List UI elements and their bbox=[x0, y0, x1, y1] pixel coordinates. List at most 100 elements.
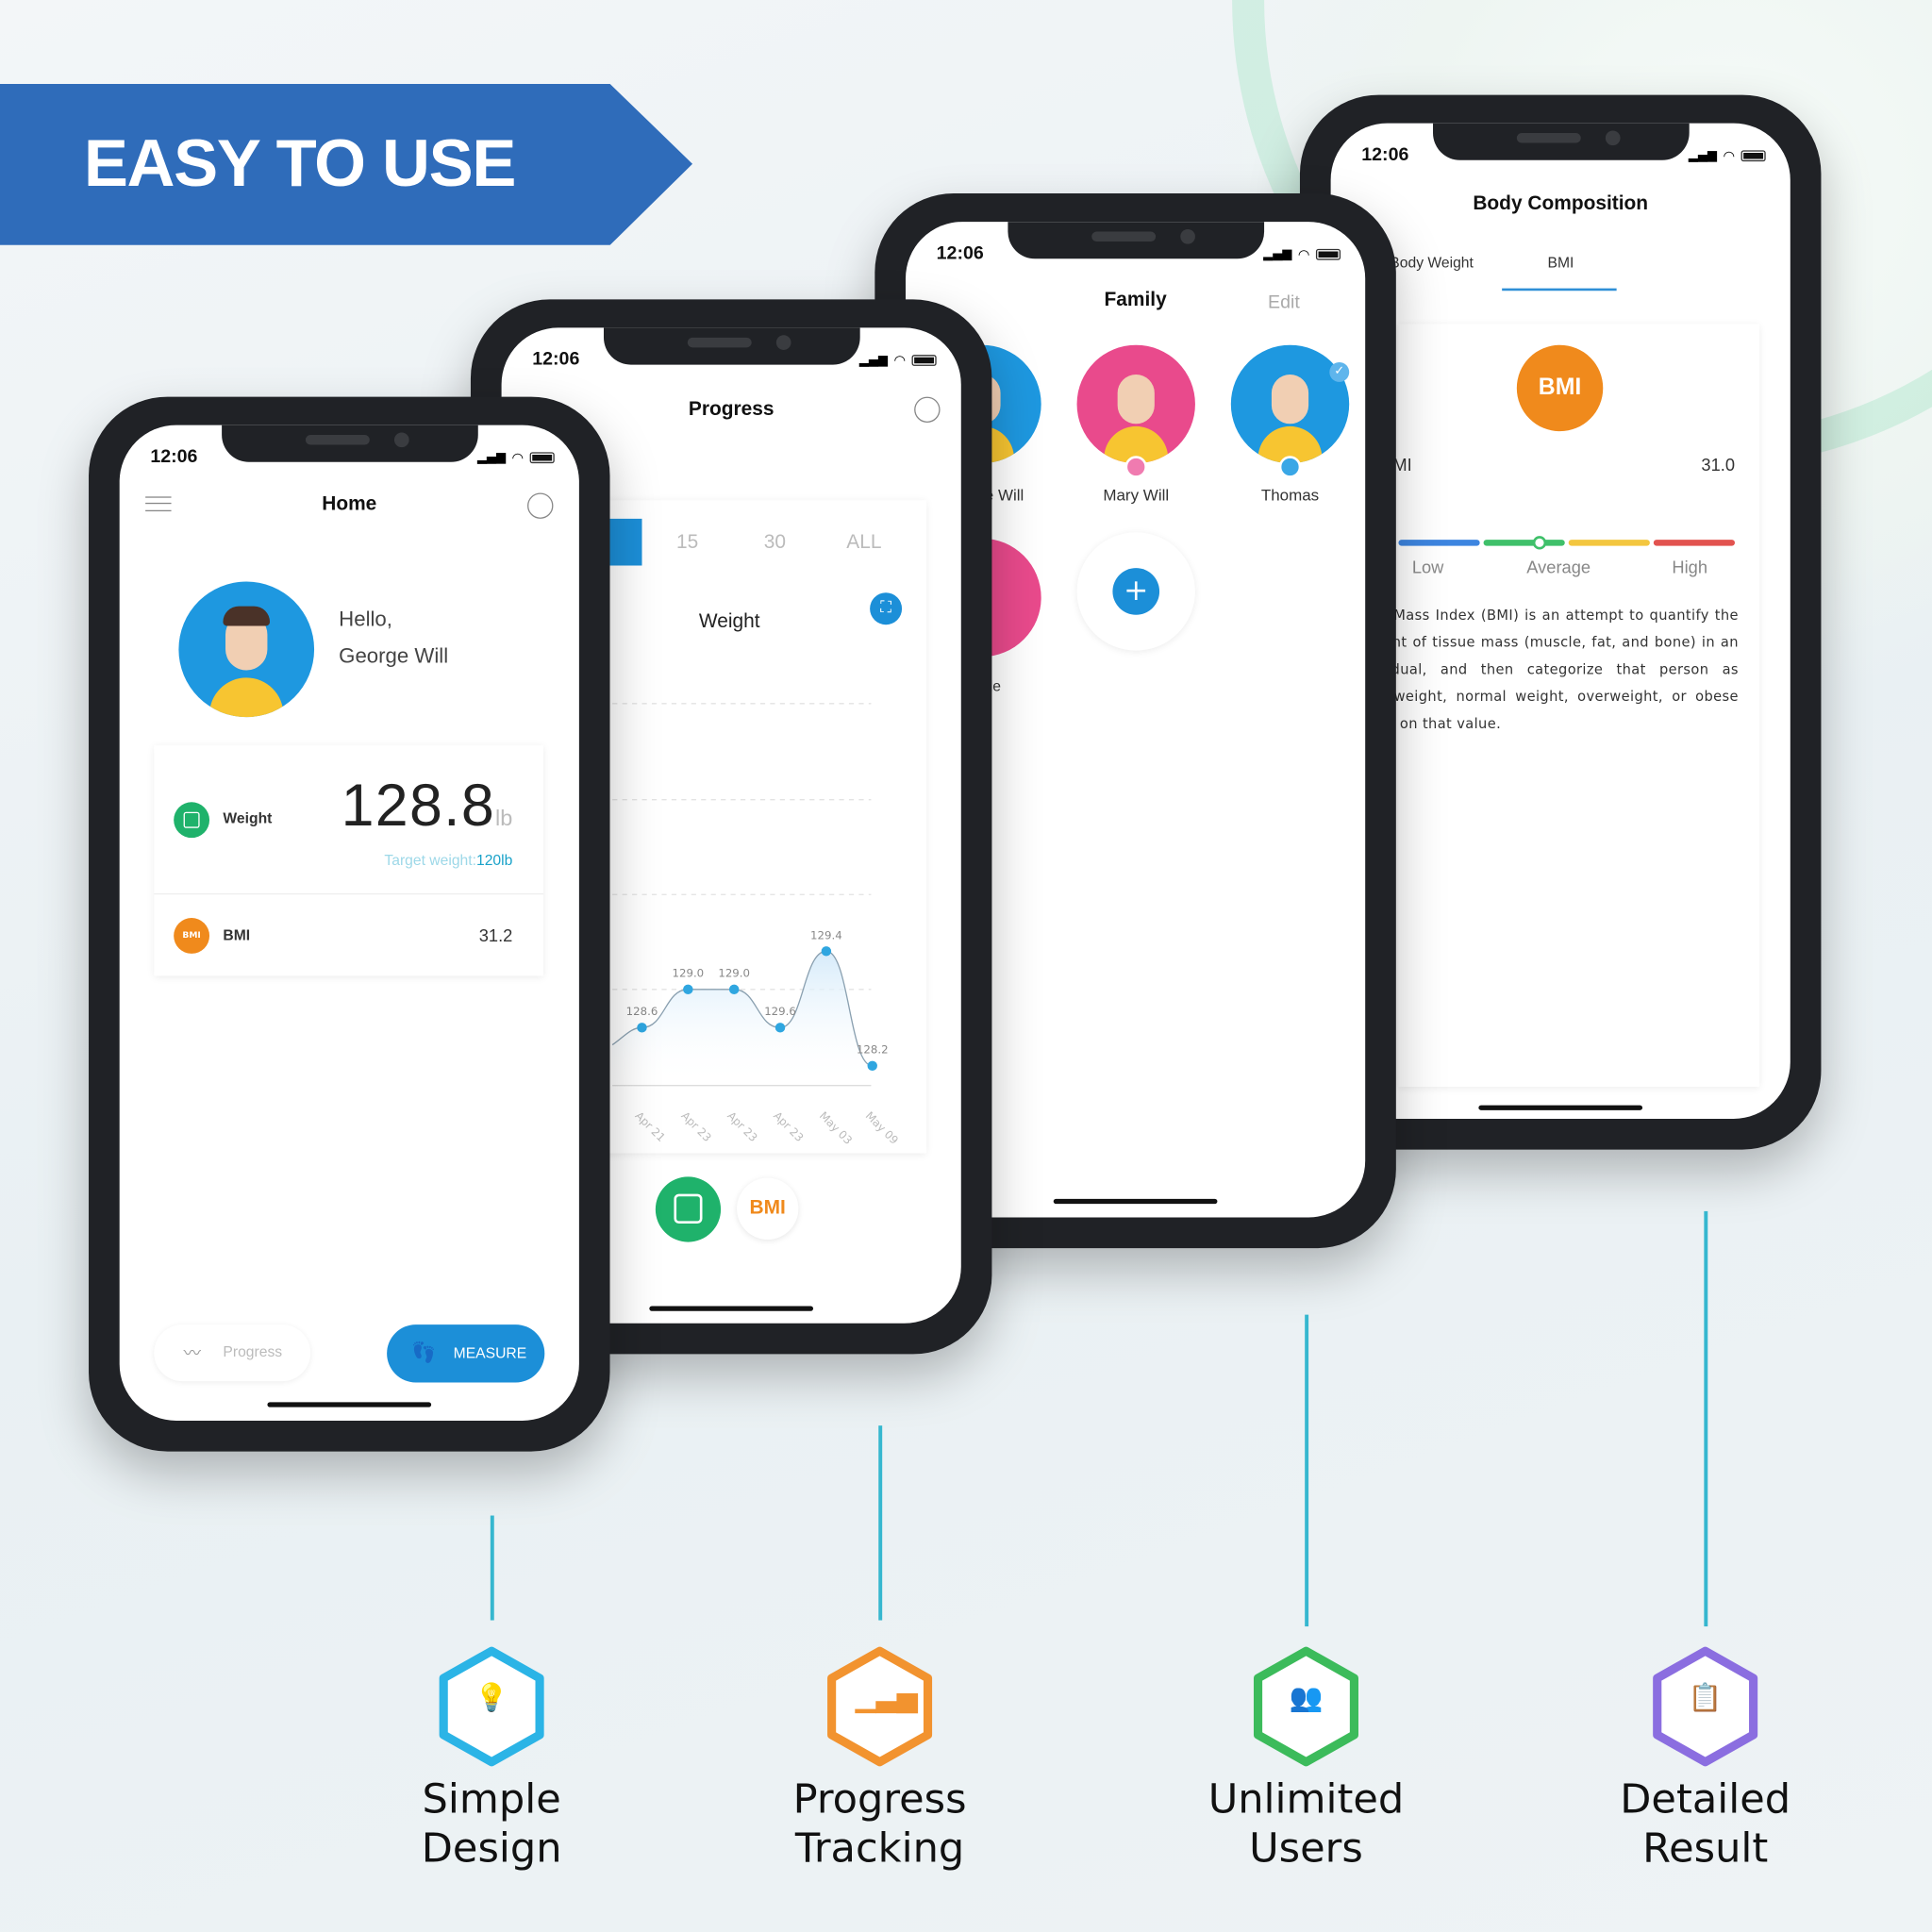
data-point bbox=[728, 984, 740, 995]
member-avatar[interactable] bbox=[1230, 344, 1350, 464]
female-gender-icon bbox=[1124, 456, 1147, 478]
battery-icon bbox=[529, 452, 555, 464]
feature-line1: Simple bbox=[422, 1774, 561, 1823]
weight-value: 128.8 bbox=[341, 774, 496, 840]
data-point bbox=[774, 1023, 786, 1033]
edit-button[interactable]: Edit bbox=[1268, 292, 1300, 313]
bmi-description: Body Mass Index (BMI) is an attempt to q… bbox=[1351, 607, 1739, 732]
stage: EASY TO USE 12:06 ▂▄▆ ◠ Body Composition … bbox=[0, 0, 1932, 1932]
data-point bbox=[821, 946, 832, 957]
banner: EASY TO USE bbox=[0, 83, 693, 245]
x-tick-label: Apr 21 bbox=[633, 1109, 668, 1144]
status-time: 12:06 bbox=[150, 445, 198, 468]
feature-line1: Unlimited bbox=[1208, 1774, 1405, 1823]
add-member-button[interactable]: + bbox=[1076, 532, 1195, 651]
home-indicator bbox=[1053, 1198, 1218, 1205]
feature-label: Detailed Result bbox=[1557, 1774, 1853, 1873]
feature-label: Progress Tracking bbox=[732, 1774, 1027, 1873]
scale-low: Low bbox=[1411, 557, 1444, 577]
bmi-row-value: 31.0 bbox=[1701, 454, 1736, 475]
bmi-mode-button[interactable]: BMI bbox=[737, 1177, 799, 1240]
status-icons: ▂▄▆ ◠ bbox=[1689, 148, 1766, 164]
selected-check-icon: ✓ bbox=[1329, 361, 1350, 382]
feature-line2: Result bbox=[1642, 1824, 1769, 1872]
home-indicator bbox=[267, 1402, 432, 1407]
bar-chart-icon: ▁▃▅ bbox=[855, 1683, 918, 1714]
bmi-card: BMI BMI 31.0 Low Average High Body Mass … bbox=[1352, 324, 1760, 1087]
home-indicator bbox=[1478, 1105, 1643, 1110]
feature-line2: Users bbox=[1249, 1824, 1363, 1872]
measure-button-label: MEASURE bbox=[453, 1343, 527, 1362]
status-icons: ▂▄▆ ◠ bbox=[1263, 246, 1341, 262]
measure-button[interactable]: 👣 MEASURE bbox=[387, 1324, 545, 1383]
x-tick-label: Apr 23 bbox=[678, 1109, 713, 1144]
x-tick-label: Apr 23 bbox=[771, 1109, 806, 1144]
home-indicator bbox=[649, 1306, 814, 1311]
page-title: Home bbox=[322, 493, 377, 515]
trend-icon: 〰 bbox=[183, 1342, 201, 1363]
data-label: 129.0 bbox=[718, 967, 750, 980]
weight-reading: 128.8lb bbox=[341, 773, 513, 841]
tab-body-weight[interactable]: Body Weight bbox=[1390, 254, 1474, 271]
data-label: 129.4 bbox=[810, 928, 842, 941]
page-title: Body Composition bbox=[1473, 193, 1649, 215]
screen: 12:06 ▂▄▆ ◠ Home Hello, George Will Weigh… bbox=[119, 425, 579, 1421]
user-name: George Will bbox=[339, 644, 449, 668]
x-tick-label: Apr 23 bbox=[724, 1109, 759, 1144]
history-clock-icon[interactable] bbox=[527, 492, 554, 519]
tab-bmi[interactable]: BMI bbox=[1547, 254, 1574, 271]
scale-average: Average bbox=[1526, 557, 1591, 577]
member-avatar[interactable] bbox=[1076, 344, 1195, 464]
weight-label: Weight bbox=[223, 809, 273, 827]
data-label: 128.6 bbox=[626, 1005, 658, 1018]
divider bbox=[154, 892, 543, 895]
status-time: 12:06 bbox=[1361, 143, 1409, 166]
battery-icon bbox=[1740, 150, 1766, 162]
scale-segment bbox=[1568, 540, 1650, 546]
data-point bbox=[867, 1060, 877, 1072]
data-label: 129.6 bbox=[764, 1005, 796, 1018]
bmi-label: BMI bbox=[223, 926, 251, 944]
battery-icon bbox=[1315, 248, 1341, 260]
connector-line bbox=[490, 1515, 494, 1621]
weight-unit: lb bbox=[495, 806, 513, 831]
target-weight: Target weight:120lb bbox=[384, 852, 512, 869]
scale-segment bbox=[1483, 540, 1565, 546]
data-label: 129.0 bbox=[673, 967, 705, 980]
scale-high: High bbox=[1672, 557, 1708, 577]
male-gender-icon bbox=[1278, 456, 1302, 478]
member-name: Mary Will bbox=[1103, 485, 1170, 505]
bmi-icon: BMI bbox=[174, 918, 210, 954]
metrics-card[interactable]: Weight 128.8lb Target weight:120lb BMI B… bbox=[154, 745, 543, 976]
phone-home: 12:06 ▂▄▆ ◠ Home Hello, George Will Weigh… bbox=[89, 396, 610, 1452]
feature-label: Simple Design bbox=[343, 1774, 639, 1873]
scale-segment bbox=[1653, 540, 1736, 546]
banner-title: EASY TO USE bbox=[83, 126, 517, 201]
weight-mode-button[interactable] bbox=[655, 1176, 722, 1242]
feature-line1: Detailed bbox=[1620, 1774, 1791, 1823]
weight-icon bbox=[174, 802, 210, 839]
member-name: Thomas bbox=[1260, 485, 1320, 505]
users-icon: 👥 bbox=[1289, 1683, 1324, 1714]
progress-button[interactable]: 〰 Progress bbox=[154, 1324, 311, 1382]
feature-line2: Tracking bbox=[794, 1824, 965, 1872]
scale-segment bbox=[1398, 540, 1480, 546]
clipboard-check-icon: 📋 bbox=[1688, 1683, 1723, 1714]
feature-label: Unlimited Users bbox=[1158, 1774, 1454, 1873]
target-label: Target weight: bbox=[384, 851, 476, 869]
lightbulb-icon: 💡 bbox=[475, 1683, 509, 1714]
bmi-badge: BMI bbox=[1516, 344, 1604, 432]
screen: 12:06 ▂▄▆ ◠ Body Composition Body Weight … bbox=[1330, 123, 1790, 1119]
bmi-scale bbox=[1398, 536, 1736, 550]
greeting: Hello, bbox=[339, 607, 392, 631]
connector-line bbox=[1305, 1314, 1309, 1627]
status-time: 12:06 bbox=[936, 242, 984, 264]
data-label: 128.2 bbox=[857, 1043, 889, 1057]
scale-icon bbox=[674, 1193, 703, 1224]
user-avatar[interactable] bbox=[178, 581, 315, 718]
target-value: 120lb bbox=[475, 851, 513, 869]
connector-line bbox=[878, 1425, 883, 1621]
x-tick-label: May 09 bbox=[863, 1109, 901, 1147]
progress-button-label: Progress bbox=[223, 1342, 283, 1360]
feet-icon: 👣 bbox=[411, 1342, 437, 1364]
